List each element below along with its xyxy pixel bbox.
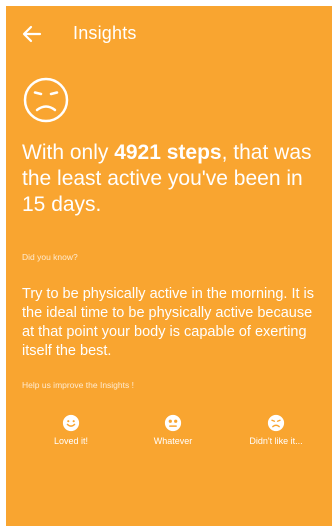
insight-prefix: With only [22,141,115,164]
didnt-like-it-button[interactable]: Didn't like it... [242,414,310,446]
did-you-know-label: Did you know? [22,252,78,262]
tip-text: Try to be physically active in the morni… [22,286,314,359]
whatever-label: Whatever [153,436,193,446]
insights-screen: Insights With only 4921 steps, that was … [6,6,332,526]
sad-face-icon [267,414,285,432]
loved-it-label: Loved it! [53,436,89,446]
arrow-left-icon [22,25,42,43]
page-title: Insights [73,23,137,43]
neutral-face-icon [164,414,182,432]
back-button[interactable] [20,22,44,46]
didnt-like-it-label: Didn't like it... [249,436,303,446]
insight-headline: With only 4921 steps, that was the least… [22,140,326,218]
happy-face-icon [62,414,80,432]
feedback-prompt: Help us improve the Insights ! [22,380,134,390]
step-count: 4921 steps [114,141,222,164]
loved-it-button[interactable]: Loved it! [50,414,92,446]
whatever-button[interactable]: Whatever [146,414,200,446]
app-bar: Insights [6,6,332,62]
sad-face-icon [23,77,69,123]
